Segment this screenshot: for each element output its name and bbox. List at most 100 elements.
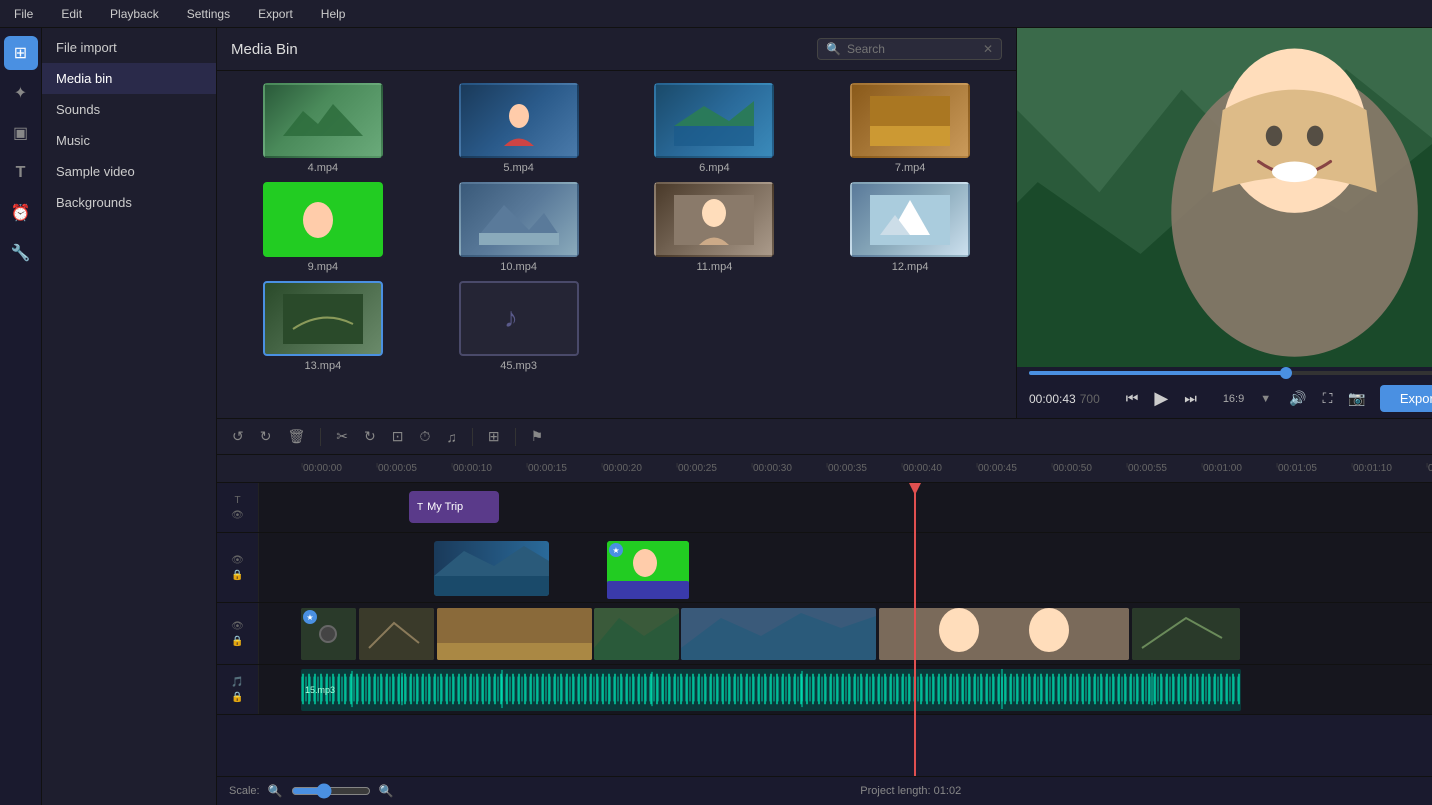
next-frame-button[interactable]: ⏭ (1182, 388, 1199, 409)
sidebar-icon-transitions[interactable]: ▣ (4, 116, 38, 150)
fullscreen-button[interactable]: ⛶ (1321, 388, 1335, 409)
delete-button[interactable]: 🗑 (282, 425, 310, 448)
preview-controls: 00:00:43 700 ⏮ ▶ ⏭ 16:9 ▼ 🔊 ⛶ 📷 Export (1017, 379, 1432, 418)
project-length: Project length: 01:02 (401, 785, 1420, 797)
scale-slider[interactable] (291, 783, 371, 799)
main-clip-1[interactable]: ★ (301, 608, 356, 660)
main-clip-2[interactable] (359, 608, 434, 660)
undo-button[interactable]: ↺ (227, 425, 249, 448)
media-item-13mp4[interactable]: 13.mp4 (229, 281, 417, 372)
nav-music[interactable]: Music (42, 125, 216, 156)
volume-button[interactable]: 🔊 (1287, 388, 1308, 409)
media-item-5mp4[interactable]: 5.mp4 (425, 83, 613, 174)
media-bin-title: Media Bin (231, 41, 298, 58)
nav-media-bin[interactable]: Media bin (42, 63, 216, 94)
media-label-5mp4: 5.mp4 (503, 162, 534, 174)
export-button[interactable]: Export (1380, 385, 1432, 412)
lock2-icon[interactable]: 🔒 (231, 570, 243, 581)
audio-lock-icon[interactable]: 🔒 (231, 692, 243, 703)
cut-button[interactable]: ✂ (331, 425, 353, 448)
prev-frame-button[interactable]: ⏮ (1124, 388, 1141, 409)
speed-button[interactable]: ⏱ (414, 425, 435, 448)
main-clip-5[interactable] (681, 608, 876, 660)
nav-file-import[interactable]: File import (42, 32, 216, 63)
main-track-controls: 👁 🔒 (217, 603, 259, 664)
redo-button[interactable]: ↻ (255, 425, 277, 448)
audio-mixer-button[interactable]: ♫ (441, 426, 462, 448)
preview-progress-bar[interactable] (1029, 371, 1432, 375)
sidebar-icon-text[interactable]: T (4, 156, 38, 190)
media-panel: File import Media bin Sounds Music Sampl… (42, 28, 217, 805)
audio-track-controls: 🎵 🔒 (217, 665, 259, 714)
eye-icon[interactable]: 👁 (231, 510, 244, 521)
pip-clip-1[interactable] (434, 541, 549, 596)
media-grid: 4.mp4 5.mp4 6.mp4 (217, 71, 1016, 384)
time-display: 00:00:43 700 (1029, 392, 1100, 406)
sidebar-icon-tools[interactable]: 🔧 (4, 236, 38, 270)
main-clip-7[interactable] (1132, 608, 1240, 660)
sidebar-icon-history[interactable]: ⏰ (4, 196, 38, 230)
pip-clip-2-audio (607, 581, 689, 599)
rotate-button[interactable]: ↻ (359, 425, 381, 448)
play-button[interactable]: ▶ (1152, 386, 1170, 411)
media-label-9mp4: 9.mp4 (308, 261, 339, 273)
screenshot-button[interactable]: 📷 (1346, 388, 1367, 409)
aspect-dropdown-icon[interactable]: ▼ (1260, 393, 1271, 405)
media-item-12mp4[interactable]: 12.mp4 (816, 182, 1004, 273)
main-clip-3[interactable] (437, 608, 592, 660)
zoom-in-icon[interactable]: 🔍 (379, 784, 394, 798)
zoom-out-icon[interactable]: 🔍 (268, 784, 283, 798)
main-lock-icon[interactable]: 🔒 (231, 636, 243, 647)
menu-help[interactable]: Help (315, 5, 352, 23)
title-track-row: T 👁 T My Trip (217, 483, 1432, 533)
title-clip-label: My Trip (427, 501, 463, 513)
nav-sample-video[interactable]: Sample video (42, 156, 216, 187)
media-item-4mp4[interactable]: 4.mp4 (229, 83, 417, 174)
media-label-7mp4: 7.mp4 (895, 162, 926, 174)
title-clip[interactable]: T My Trip (409, 491, 499, 523)
menu-settings[interactable]: Settings (181, 5, 236, 23)
search-icon: 🔍 (826, 42, 841, 56)
eye2-icon[interactable]: 👁 (231, 555, 244, 566)
main-video-track-row: 👁 🔒 ★ (217, 603, 1432, 665)
media-label-13mp4: 13.mp4 (305, 360, 342, 372)
audio-clip-label: 15.mp3 (305, 685, 335, 695)
text-track-icon: T (234, 495, 240, 506)
main-clip-6[interactable] (879, 608, 1129, 660)
split-button[interactable]: ⊞ (483, 425, 505, 448)
content-area: Media Bin 🔍 ✕ 4.mp4 (217, 28, 1432, 805)
pip-track-row: 👁 🔒 ★ (217, 533, 1432, 603)
media-item-7mp4[interactable]: 7.mp4 (816, 83, 1004, 174)
preview-video (1017, 28, 1432, 367)
media-item-10mp4[interactable]: 10.mp4 (425, 182, 613, 273)
flag-button[interactable]: ⚑ (526, 425, 549, 448)
menu-export[interactable]: Export (252, 5, 299, 23)
audio-clip[interactable]: 15.mp3 (301, 669, 1241, 711)
main-area: ⊞ ✦ ▣ T ⏰ 🔧 File import Media bin Sounds… (0, 28, 1432, 805)
search-input[interactable] (847, 42, 977, 56)
nav-backgrounds[interactable]: Backgrounds (42, 187, 216, 218)
crop-button[interactable]: ⊡ (387, 425, 409, 448)
timeline-toolbar: ↺ ↻ 🗑 ✂ ↻ ⊡ ⏱ ♫ ⊞ ⚑ (217, 418, 1432, 455)
title-track-content: T My Trip (259, 483, 1432, 532)
nav-sounds[interactable]: Sounds (42, 94, 216, 125)
timeline-tracks: T 👁 T My Trip (217, 483, 1432, 776)
media-item-11mp4[interactable]: 11.mp4 (621, 182, 809, 273)
menu-edit[interactable]: Edit (55, 5, 88, 23)
sidebar-icon-effects[interactable]: ✦ (4, 76, 38, 110)
menu-file[interactable]: File (8, 5, 39, 23)
sidebar-icon-home[interactable]: ⊞ (4, 36, 38, 70)
main-eye-icon[interactable]: 👁 (231, 621, 244, 632)
time-sub: 700 (1080, 392, 1100, 406)
top-content: Media Bin 🔍 ✕ 4.mp4 (217, 28, 1432, 418)
music-icon: 🎵 (231, 677, 243, 688)
search-box[interactable]: 🔍 ✕ (817, 38, 1002, 60)
search-clear-icon[interactable]: ✕ (983, 42, 993, 56)
media-item-9mp4[interactable]: 9.mp4 (229, 182, 417, 273)
media-item-6mp4[interactable]: 6.mp4 (621, 83, 809, 174)
title-clip-icon: T (417, 502, 423, 513)
menu-playback[interactable]: Playback (104, 5, 165, 23)
media-item-45mp3[interactable]: ♪ 45.mp3 (425, 281, 613, 372)
left-icon-sidebar: ⊞ ✦ ▣ T ⏰ 🔧 (0, 28, 42, 805)
main-clip-4[interactable] (594, 608, 679, 660)
